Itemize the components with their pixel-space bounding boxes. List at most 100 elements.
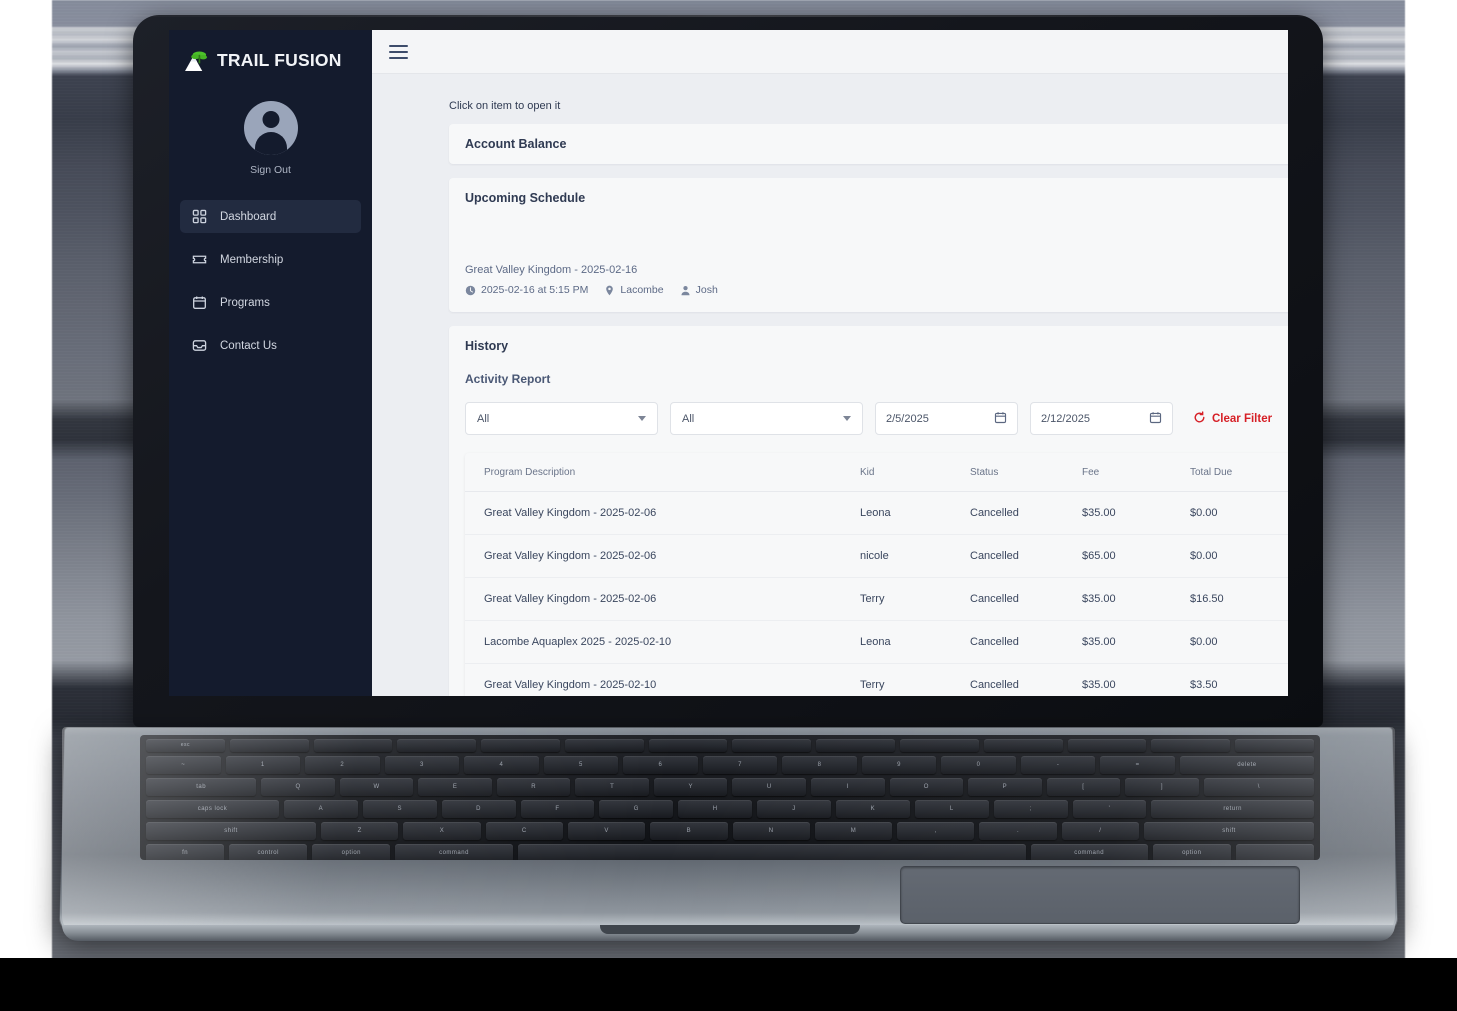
key[interactable]: Q (261, 778, 335, 796)
key[interactable] (983, 739, 1063, 752)
date-to-input[interactable]: 2/12/2025 (1030, 402, 1173, 435)
column-header-fee[interactable]: Fee (1082, 453, 1190, 492)
column-header-kid[interactable]: Kid (860, 453, 970, 492)
key[interactable] (1235, 844, 1314, 860)
key[interactable]: [ (1046, 778, 1121, 796)
key[interactable]: G (599, 800, 674, 818)
key[interactable] (1151, 739, 1231, 752)
key[interactable] (517, 844, 1026, 860)
key[interactable]: 7 (702, 756, 778, 774)
key[interactable]: shift (1144, 822, 1315, 840)
key[interactable]: . (979, 822, 1057, 840)
key[interactable]: 5 (543, 756, 619, 774)
hamburger-icon[interactable] (389, 44, 408, 59)
clear-filter-button[interactable]: Clear Filter (1193, 410, 1272, 427)
key[interactable]: S (362, 800, 437, 818)
key[interactable]: O (889, 778, 964, 796)
key[interactable]: K (835, 800, 910, 818)
key[interactable]: 3 (384, 756, 460, 774)
key[interactable]: ; (993, 800, 1068, 818)
key[interactable]: D (441, 800, 516, 818)
sidebar-item-programs[interactable]: Programs (180, 286, 361, 319)
key[interactable]: U (732, 778, 807, 796)
avatar[interactable] (243, 101, 298, 155)
table-row[interactable]: Great Valley Kingdom - 2025-02-10 Terry … (465, 664, 1288, 697)
key[interactable]: R (496, 778, 571, 796)
key[interactable]: shift (146, 822, 317, 840)
key[interactable]: J (757, 800, 831, 818)
key[interactable]: caps lock (146, 800, 279, 818)
key[interactable]: C (485, 822, 563, 840)
table-row[interactable]: Great Valley Kingdom - 2025-02-06 nicole… (465, 534, 1288, 578)
key[interactable]: ] (1125, 778, 1199, 796)
content-scroll-area[interactable]: Click on item to open it Account Balance… (372, 74, 1288, 696)
keyboard[interactable]: esc ~ 12 34 56 78 90 - = delete tab QW ER… (140, 735, 1320, 860)
key[interactable]: \ (1203, 778, 1314, 796)
key[interactable]: F (520, 800, 595, 818)
key[interactable]: ' (1072, 800, 1147, 818)
key[interactable]: 0 (941, 756, 1016, 774)
trackpad[interactable] (900, 866, 1300, 924)
key[interactable] (732, 739, 812, 752)
program-filter-select[interactable]: All (465, 402, 658, 435)
sign-out-button[interactable]: Sign Out (169, 164, 372, 176)
key[interactable]: A (283, 800, 358, 818)
kid-filter-select[interactable]: All (670, 402, 863, 435)
event-title[interactable]: Great Valley Kingdom - 2025-02-16 (465, 264, 1288, 276)
key[interactable]: P (968, 778, 1042, 796)
key[interactable]: delete (1179, 756, 1315, 774)
key[interactable]: Z (321, 822, 399, 840)
sidebar-item-membership[interactable]: Membership (180, 243, 361, 276)
key[interactable]: option (1152, 844, 1231, 860)
key[interactable] (229, 739, 309, 752)
key[interactable]: I (811, 778, 885, 796)
date-from-input[interactable]: 2/5/2025 (875, 402, 1018, 435)
key[interactable]: - (1020, 756, 1096, 774)
key[interactable]: X (403, 822, 481, 840)
key[interactable]: 1 (225, 756, 301, 774)
table-row[interactable]: Great Valley Kingdom - 2025-02-06 Terry … (465, 577, 1288, 621)
key[interactable]: 6 (623, 756, 698, 774)
key[interactable] (481, 739, 560, 752)
key[interactable] (816, 739, 896, 752)
key[interactable] (313, 739, 393, 752)
key[interactable]: ~ (146, 756, 221, 774)
key[interactable]: , (897, 822, 975, 840)
key[interactable]: B (650, 822, 728, 840)
brand-logo[interactable]: TRAIL FUSION (169, 30, 372, 74)
key[interactable]: command (395, 844, 513, 860)
column-header-status[interactable]: Status (970, 453, 1082, 492)
key[interactable] (1067, 739, 1147, 752)
key[interactable]: N (732, 822, 810, 840)
table-row[interactable]: Great Valley Kingdom - 2025-02-06 Leona … (465, 491, 1288, 535)
key[interactable]: 8 (782, 756, 857, 774)
key[interactable]: return (1151, 800, 1314, 818)
key[interactable]: 9 (861, 756, 937, 774)
column-header-total-due[interactable]: Total Due (1190, 453, 1288, 492)
key[interactable]: T (575, 778, 649, 796)
key[interactable]: tab (146, 778, 257, 796)
key[interactable]: H (678, 800, 753, 818)
column-header-program[interactable]: Program Description (465, 453, 860, 492)
key[interactable] (564, 739, 644, 752)
panel-history[interactable]: History Activity Report All All 2/5/2025… (449, 326, 1288, 696)
key[interactable]: = (1100, 756, 1175, 774)
calendar-small-icon[interactable] (994, 411, 1007, 427)
table-row[interactable]: Lacombe Aquaplex 2025 - 2025-02-10 Leona… (465, 620, 1288, 664)
key[interactable] (648, 739, 728, 752)
panel-account-balance[interactable]: Account Balance (449, 124, 1288, 164)
key[interactable]: 4 (464, 756, 539, 774)
key[interactable]: / (1061, 822, 1140, 840)
key[interactable] (397, 739, 477, 752)
sidebar-item-dashboard[interactable]: Dashboard (180, 200, 361, 233)
key[interactable]: command (1030, 844, 1148, 860)
key[interactable]: control (229, 844, 308, 860)
panel-upcoming-schedule[interactable]: Upcoming Schedule Great Valley Kingdom -… (449, 178, 1288, 312)
key[interactable]: fn (146, 844, 225, 860)
key[interactable]: W (339, 778, 414, 796)
calendar-small-icon[interactable] (1149, 411, 1162, 427)
key[interactable] (900, 739, 979, 752)
key[interactable]: M (814, 822, 893, 840)
key[interactable]: Y (653, 778, 728, 796)
key[interactable]: esc (146, 739, 225, 752)
